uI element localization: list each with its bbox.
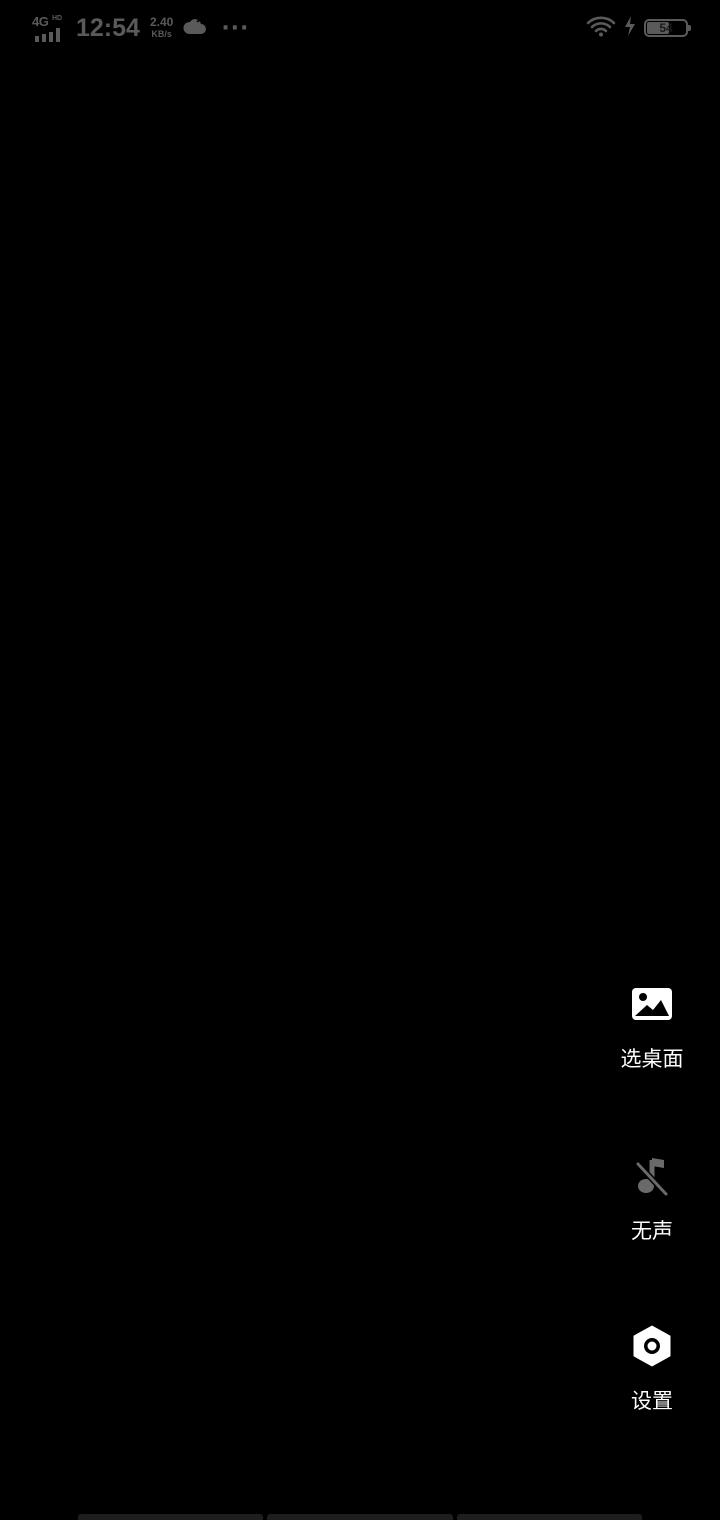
choose-desktop-button[interactable]: 选桌面 bbox=[602, 980, 702, 1072]
settings-button[interactable]: 设置 bbox=[602, 1322, 702, 1414]
status-bar-left: 4G HD 12:54 2.40 KB/s ··· bbox=[32, 12, 249, 44]
settings-label: 设置 bbox=[631, 1389, 673, 1413]
status-bar: 4G HD 12:54 2.40 KB/s ··· 54 bbox=[0, 0, 720, 56]
image-icon bbox=[628, 980, 676, 1028]
signal-bars bbox=[35, 28, 60, 42]
status-bar-right: 54 bbox=[586, 14, 691, 42]
gesture-bar bbox=[78, 1514, 642, 1520]
more-notifications-icon: ··· bbox=[221, 15, 250, 41]
settings-hex-icon bbox=[628, 1322, 676, 1370]
battery-icon: 54 bbox=[644, 19, 691, 37]
network-speed: 2.40 KB/s bbox=[150, 16, 173, 40]
cloud-icon bbox=[183, 16, 207, 40]
battery-percent: 54 bbox=[659, 21, 673, 35]
choose-desktop-label: 选桌面 bbox=[620, 1047, 684, 1071]
hd-badge: HD bbox=[52, 15, 63, 22]
lightning-icon bbox=[624, 16, 636, 40]
music-off-icon bbox=[628, 1152, 676, 1200]
cellular-signal-icon: 4G HD bbox=[32, 14, 66, 42]
mute-button[interactable]: 无声 bbox=[602, 1152, 702, 1244]
wifi-icon bbox=[586, 15, 616, 41]
mute-label: 无声 bbox=[631, 1219, 673, 1243]
network-speed-unit: KB/s bbox=[151, 29, 172, 39]
network-speed-value: 2.40 bbox=[149, 15, 174, 29]
clock: 12:54 bbox=[76, 13, 140, 42]
network-type: 4G bbox=[32, 14, 49, 29]
